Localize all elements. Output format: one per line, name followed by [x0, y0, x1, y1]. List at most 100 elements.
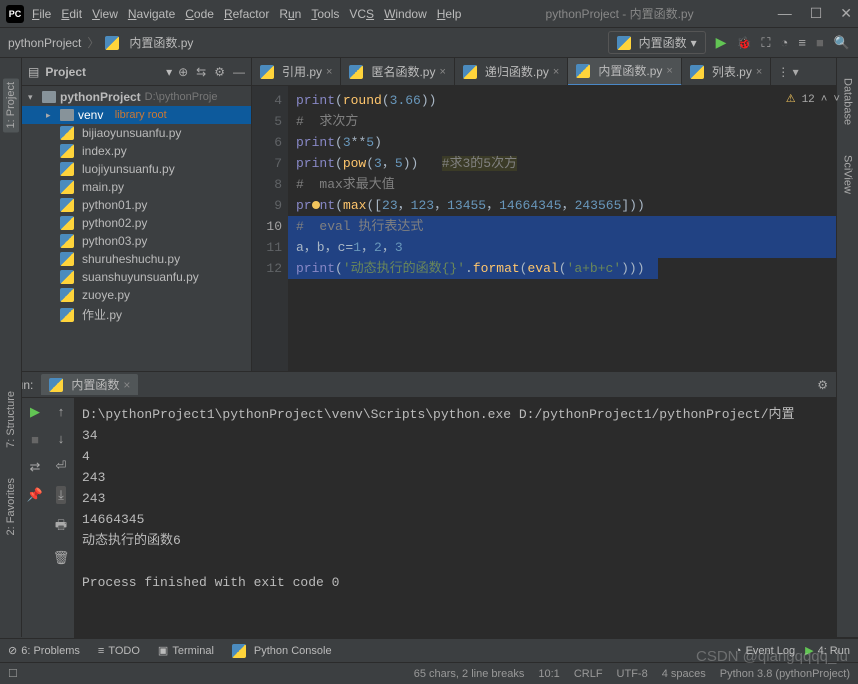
editor-tab[interactable]: 匿名函数.py× [341, 58, 454, 86]
tab-project[interactable]: 1: Project [3, 78, 19, 132]
tree-file[interactable]: main.py [22, 178, 251, 196]
maximize-icon[interactable]: ☐ [810, 5, 823, 22]
tree-file[interactable]: python01.py [22, 196, 251, 214]
editor-tab[interactable]: 内置函数.py× [568, 58, 681, 86]
tree-file[interactable]: luojiyunsuanfu.py [22, 160, 251, 178]
layout-icon[interactable]: ⇄ [30, 459, 41, 475]
code-line[interactable]: # 求次方 [296, 111, 858, 132]
breadcrumb-file[interactable]: 内置函数.py [129, 34, 193, 51]
menu-code[interactable]: Code [185, 7, 214, 21]
tab-database[interactable]: Database [842, 78, 854, 125]
menu-vcs[interactable]: VCS [349, 7, 374, 21]
down-icon[interactable]: ↓ [58, 431, 65, 446]
stop-icon[interactable]: ■ [816, 35, 824, 50]
chevron-down-icon[interactable]: ▾ [166, 65, 172, 79]
tabs-more[interactable]: ⋮ ▾ [771, 65, 804, 79]
gutter[interactable]: 456789101112 [252, 86, 288, 371]
menu-refactor[interactable]: Refactor [224, 7, 269, 21]
code-line[interactable]: prnt(max([23，123，13455，14664345，243565])… [296, 195, 858, 216]
gear-icon[interactable]: ⚙ [214, 65, 225, 79]
tool-windows-icon[interactable]: ☐ [8, 667, 18, 680]
status-caret[interactable]: 10:1 [538, 668, 559, 680]
code-line[interactable]: print(round(3.66)) [296, 90, 858, 111]
project-pane-title[interactable]: Project [45, 65, 160, 79]
debug-button[interactable]: 🐞 [736, 36, 751, 50]
status-eol[interactable]: CRLF [574, 668, 603, 680]
tab-sciview[interactable]: SciView [842, 155, 854, 194]
print-icon[interactable]: 🖶 [55, 516, 67, 538]
run-config-selector[interactable]: 内置函数 ▾ [608, 31, 706, 54]
close-icon[interactable]: × [666, 65, 672, 77]
tree-file[interactable]: python02.py [22, 214, 251, 232]
rerun-icon[interactable]: ▶ [30, 404, 40, 420]
menu-edit[interactable]: Edit [61, 7, 82, 21]
tree-file[interactable]: zuoye.py [22, 286, 251, 304]
coverage-icon[interactable]: ⛶ [761, 35, 770, 51]
profiler-icon[interactable]: ◔ [781, 35, 789, 50]
breadcrumb-root[interactable]: pythonProject [8, 36, 81, 50]
menu-help[interactable]: Help [437, 7, 462, 21]
menu-navigate[interactable]: Navigate [128, 7, 175, 21]
up-icon[interactable]: ↑ [58, 404, 65, 419]
code-line[interactable]: print('动态执行的函数{}'.format(eval('a+b+c'))) [296, 258, 858, 279]
main-menu[interactable]: File Edit View Navigate Code Refactor Ru… [32, 7, 461, 21]
code-area[interactable]: ⚠ 12 ˄ ˅ print(round(3.66))# 求次方print(3*… [288, 86, 858, 371]
chevron-down-icon[interactable]: ˅ [833, 90, 840, 111]
search-everywhere-icon[interactable]: 🔍 [834, 35, 850, 51]
tab-todo[interactable]: ≡TODO [98, 645, 140, 657]
tab-problems[interactable]: ⊘6: Problems [8, 644, 80, 657]
code-line[interactable]: print(3**5) [296, 132, 858, 153]
code-line[interactable]: print(pow(3，5)) #求3的5次方 [296, 153, 858, 174]
status-indent[interactable]: 4 spaces [662, 668, 706, 680]
close-icon[interactable]: × [123, 378, 130, 392]
tree-file[interactable]: python03.py [22, 232, 251, 250]
inspection-widget[interactable]: ⚠ 12 ˄ ˅ [786, 90, 840, 111]
menu-file[interactable]: File [32, 7, 51, 21]
tab-favorites[interactable]: 2: Favorites [5, 478, 17, 535]
chevron-down-icon[interactable]: ▾ [28, 92, 38, 103]
tree-venv[interactable]: ▸ venv library root [22, 106, 251, 124]
status-interpreter[interactable]: Python 3.8 (pythonProject) [720, 668, 850, 680]
hide-icon[interactable]: — [233, 65, 245, 79]
run-button[interactable]: ▶ [716, 34, 727, 51]
menu-view[interactable]: View [92, 7, 118, 21]
project-tree[interactable]: ▾ pythonProject D:\pythonProje ▸ venv li… [22, 86, 251, 371]
chevron-right-icon[interactable]: ▸ [46, 110, 56, 121]
editor-tab[interactable]: 引用.py× [252, 58, 341, 86]
menu-window[interactable]: Window [384, 7, 427, 21]
event-log[interactable]: ◔Event Log [735, 644, 795, 657]
close-icon[interactable]: × [439, 66, 445, 78]
close-icon[interactable]: × [756, 66, 762, 78]
tab-structure[interactable]: 7: Structure [5, 391, 17, 448]
close-icon[interactable]: × [326, 66, 332, 78]
chevron-up-icon[interactable]: ˄ [821, 90, 828, 111]
gear-icon[interactable]: ⚙ [817, 378, 828, 392]
tab-run[interactable]: ▶4: Run [805, 644, 850, 657]
tree-root[interactable]: ▾ pythonProject D:\pythonProje [22, 88, 251, 106]
code-line[interactable]: # max求最大值 [296, 174, 858, 195]
status-encoding[interactable]: UTF-8 [617, 668, 648, 680]
pin-icon[interactable]: 📌 [27, 487, 43, 503]
minimize-icon[interactable]: — [778, 5, 792, 22]
collapse-icon[interactable]: ⇆ [196, 65, 206, 79]
menu-run[interactable]: Run [279, 7, 301, 21]
editor-body[interactable]: 456789101112 ⚠ 12 ˄ ˅ print(round(3.66))… [252, 86, 858, 371]
menu-tools[interactable]: Tools [311, 7, 339, 21]
run-tab[interactable]: 内置函数 × [41, 374, 138, 395]
wrap-icon[interactable]: ⏎ [56, 458, 67, 474]
tree-file[interactable]: index.py [22, 142, 251, 160]
scroll-icon[interactable]: ⤓ [56, 486, 66, 504]
locate-icon[interactable]: ⊕ [178, 65, 188, 79]
tree-file[interactable]: shuruheshuchu.py [22, 250, 251, 268]
run-output[interactable]: D:\pythonProject1\pythonProject\venv\Scr… [74, 398, 858, 638]
tree-file[interactable]: suanshuyunsuanfu.py [22, 268, 251, 286]
trash-icon[interactable]: 🗑 [53, 550, 70, 566]
breakpoint-icon[interactable] [312, 201, 320, 209]
tree-file[interactable]: bijiaoyunsuanfu.py [22, 124, 251, 142]
close-icon[interactable]: × [553, 66, 559, 78]
concurrency-icon[interactable]: ≡ [798, 35, 806, 50]
editor-tab[interactable]: 递归函数.py× [455, 58, 568, 86]
tree-file[interactable]: 作业.py [22, 304, 251, 325]
tab-terminal[interactable]: ▣Terminal [158, 644, 214, 657]
editor-tab[interactable]: 列表.py× [682, 58, 771, 86]
